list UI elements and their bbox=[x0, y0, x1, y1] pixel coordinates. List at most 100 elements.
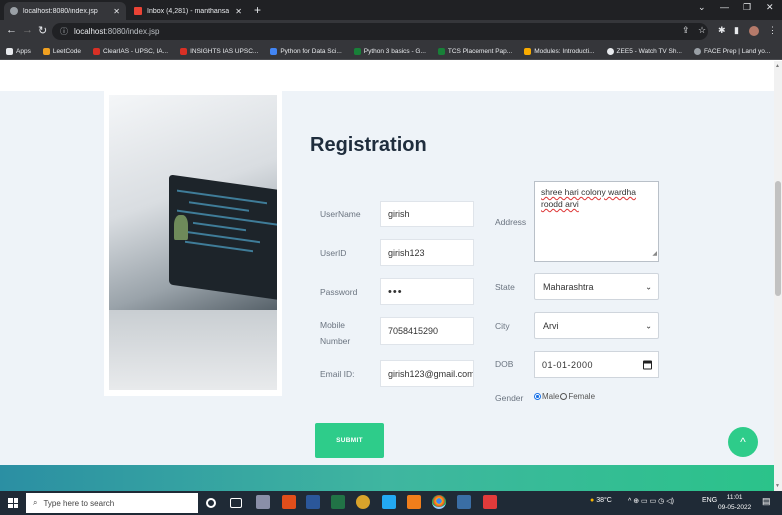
close-window-icon[interactable]: ✕ bbox=[766, 2, 774, 13]
city-label: City bbox=[495, 321, 510, 331]
dob-label: DOB bbox=[495, 359, 514, 369]
mobile-field[interactable]: 7058415290 bbox=[380, 317, 474, 345]
taskbar-clock[interactable]: 11:01 09-05-2022 bbox=[718, 493, 751, 513]
modules-icon bbox=[524, 47, 532, 55]
gender-radio-male[interactable] bbox=[534, 393, 541, 400]
page-scrollbar[interactable]: ▲ ▼ bbox=[774, 61, 782, 491]
close-tab-icon[interactable]: ✕ bbox=[113, 7, 120, 16]
gender-radio-female[interactable] bbox=[560, 393, 568, 400]
bookmark-clearias[interactable]: ClearIAS - UPSC, IA... bbox=[93, 47, 168, 55]
info-icon[interactable]: ⓘ bbox=[60, 26, 68, 37]
gender-option-female: Female bbox=[568, 392, 596, 401]
chrome-icon[interactable] bbox=[432, 495, 446, 509]
bookmark-tcs[interactable]: TCS Placement Pap... bbox=[437, 47, 512, 55]
address-host: localhost bbox=[74, 27, 106, 36]
minimize-icon[interactable]: — bbox=[720, 2, 729, 12]
forward-icon[interactable]: → bbox=[22, 24, 33, 36]
restore-icon[interactable]: ❐ bbox=[743, 2, 751, 13]
city-select[interactable]: Arvi ⌄ bbox=[534, 312, 659, 339]
close-tab-icon[interactable]: ✕ bbox=[235, 7, 242, 16]
menu-kebab-icon[interactable]: ⋮ bbox=[768, 25, 777, 36]
eclipse-icon[interactable] bbox=[457, 495, 471, 509]
dob-date-input[interactable]: 01-01-2000 bbox=[534, 351, 659, 378]
state-label: State bbox=[495, 282, 515, 292]
calendar-icon[interactable] bbox=[643, 360, 652, 369]
resize-handle-icon[interactable]: ◢ bbox=[652, 248, 657, 260]
page-title: Registration bbox=[310, 134, 427, 156]
side-panel-icon[interactable]: ▮ bbox=[734, 25, 739, 36]
settings-gear-icon[interactable] bbox=[356, 495, 370, 509]
new-tab-button[interactable]: + bbox=[254, 3, 261, 17]
office-icon[interactable] bbox=[282, 495, 296, 509]
apps-grid-icon bbox=[6, 47, 13, 55]
bookmark-modules[interactable]: Modules: Introducti... bbox=[524, 47, 595, 55]
vscode-icon[interactable] bbox=[382, 495, 396, 509]
chevron-down-icon: ⌄ bbox=[645, 282, 652, 291]
browser-toolbar: ← → ↻ ⓘ localhost:8080/index.jsp ⇪ ☆ ✱ ▮… bbox=[0, 20, 782, 43]
address-bar[interactable]: ⓘ localhost:8080/index.jsp bbox=[52, 23, 708, 40]
username-label: UserName bbox=[320, 209, 361, 219]
back-icon[interactable]: ← bbox=[6, 24, 17, 36]
taskbar-search[interactable]: ⌕ Type here to search bbox=[26, 493, 198, 513]
userid-field[interactable]: girish123 bbox=[380, 239, 474, 266]
profile-avatar[interactable] bbox=[749, 26, 759, 36]
search-icon: ⌕ bbox=[33, 498, 38, 507]
address-path: :8080/index.jsp bbox=[105, 27, 160, 36]
gfg-icon bbox=[437, 47, 445, 55]
laptop-graphic bbox=[169, 174, 277, 306]
bookmark-star-icon[interactable]: ☆ bbox=[698, 25, 706, 36]
xampp-icon[interactable] bbox=[407, 495, 421, 509]
bookmark-apps[interactable]: Apps bbox=[6, 47, 31, 55]
bookmark-python-data-sci[interactable]: Python for Data Sci... bbox=[270, 47, 342, 55]
state-selected-value: Maharashtra bbox=[543, 281, 594, 292]
bookmark-faceprep[interactable]: FACE Prep | Land yo... bbox=[693, 47, 770, 55]
email-label: Email ID: bbox=[320, 369, 355, 379]
bookmark-python-basics[interactable]: Python 3 basics - G... bbox=[353, 47, 426, 55]
dob-value: 01-01-2000 bbox=[542, 359, 594, 370]
email-field[interactable]: girish123@gmail.com bbox=[380, 360, 474, 387]
password-field[interactable]: ••• bbox=[380, 278, 474, 305]
cortana-icon[interactable] bbox=[206, 498, 216, 508]
language-indicator[interactable]: ENG bbox=[702, 497, 717, 504]
clock-date: 09-05-2022 bbox=[718, 504, 752, 511]
address-textarea[interactable]: shree hari colony wardha roodd arvi ◢ bbox=[534, 181, 659, 262]
tab-search-icon[interactable]: ⌄ bbox=[698, 2, 706, 13]
chevron-down-icon: ⌄ bbox=[645, 321, 652, 330]
userid-label: UserID bbox=[320, 248, 347, 258]
tab-localhost[interactable]: localhost:8080/index.jsp ✕ bbox=[4, 2, 126, 20]
scroll-down-icon[interactable]: ▼ bbox=[775, 483, 780, 489]
back-to-top-button[interactable]: ^ bbox=[728, 427, 758, 457]
gfg-icon bbox=[353, 47, 361, 55]
notifications-icon[interactable]: ▤ bbox=[762, 496, 771, 507]
bookmarks-bar: Apps LeetCode ClearIAS - UPSC, IA... INS… bbox=[0, 43, 782, 60]
share-icon[interactable]: ⇪ bbox=[682, 25, 690, 36]
insights-icon bbox=[180, 47, 188, 55]
username-field[interactable]: girish bbox=[380, 201, 474, 227]
task-view-icon[interactable] bbox=[230, 498, 242, 508]
bookmark-leetcode[interactable]: LeetCode bbox=[42, 47, 81, 55]
app-icon-red[interactable] bbox=[483, 495, 497, 509]
word-icon[interactable] bbox=[306, 495, 320, 509]
app-icon-1[interactable] bbox=[256, 495, 270, 509]
clearias-icon bbox=[93, 47, 101, 55]
address-label: Address bbox=[495, 217, 527, 227]
tab-inbox[interactable]: Inbox (4,281) - manthansapkal1... ✕ bbox=[128, 2, 248, 20]
tab-title: Inbox (4,281) - manthansapkal1... bbox=[147, 7, 230, 15]
system-tray-icons[interactable]: ^ ⊕ ▭ ▭ ◷ ◁) bbox=[628, 497, 674, 505]
gender-option-male: Male bbox=[542, 392, 560, 401]
footer-band bbox=[0, 465, 774, 491]
bookmark-zee5[interactable]: ZEE5 - Watch TV Sh... bbox=[606, 47, 682, 55]
excel-icon[interactable] bbox=[331, 495, 345, 509]
submit-button[interactable]: SUBMIT bbox=[315, 423, 384, 458]
gender-radio-group: Male Female bbox=[534, 392, 595, 401]
windows-start-icon[interactable] bbox=[8, 498, 18, 508]
extensions-icon[interactable]: ✱ bbox=[718, 25, 726, 36]
state-select[interactable]: Maharashtra ⌄ bbox=[534, 273, 659, 300]
mobile-label-line1: Mobile bbox=[320, 320, 346, 330]
bookmark-insights[interactable]: INSIGHTS IAS UPSC... bbox=[180, 47, 258, 55]
gender-label: Gender bbox=[495, 393, 524, 403]
reload-icon[interactable]: ↻ bbox=[38, 24, 47, 37]
scrollbar-thumb[interactable] bbox=[775, 181, 781, 296]
weather-widget[interactable]: ● 38°C bbox=[590, 497, 612, 504]
scroll-up-icon[interactable]: ▲ bbox=[775, 63, 780, 69]
